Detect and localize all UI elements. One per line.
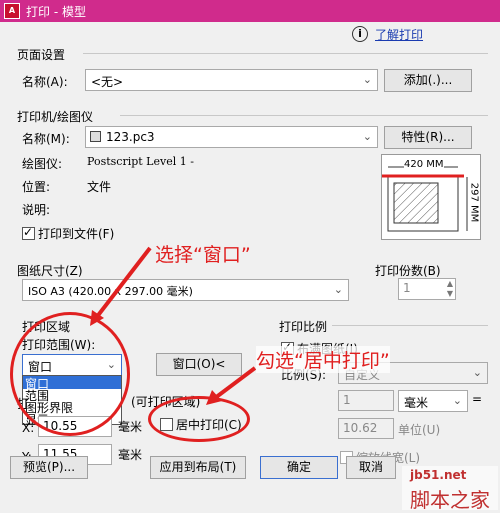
watermark-name: 脚本之家 — [410, 488, 490, 512]
annotation-check-center: 勾选“居中打印” — [256, 346, 390, 373]
annotation-select-window: 选择“窗口” — [155, 244, 251, 266]
watermark-site: jb51.net — [410, 468, 467, 482]
watermark: jb51.net 脚本之家 — [402, 466, 498, 512]
